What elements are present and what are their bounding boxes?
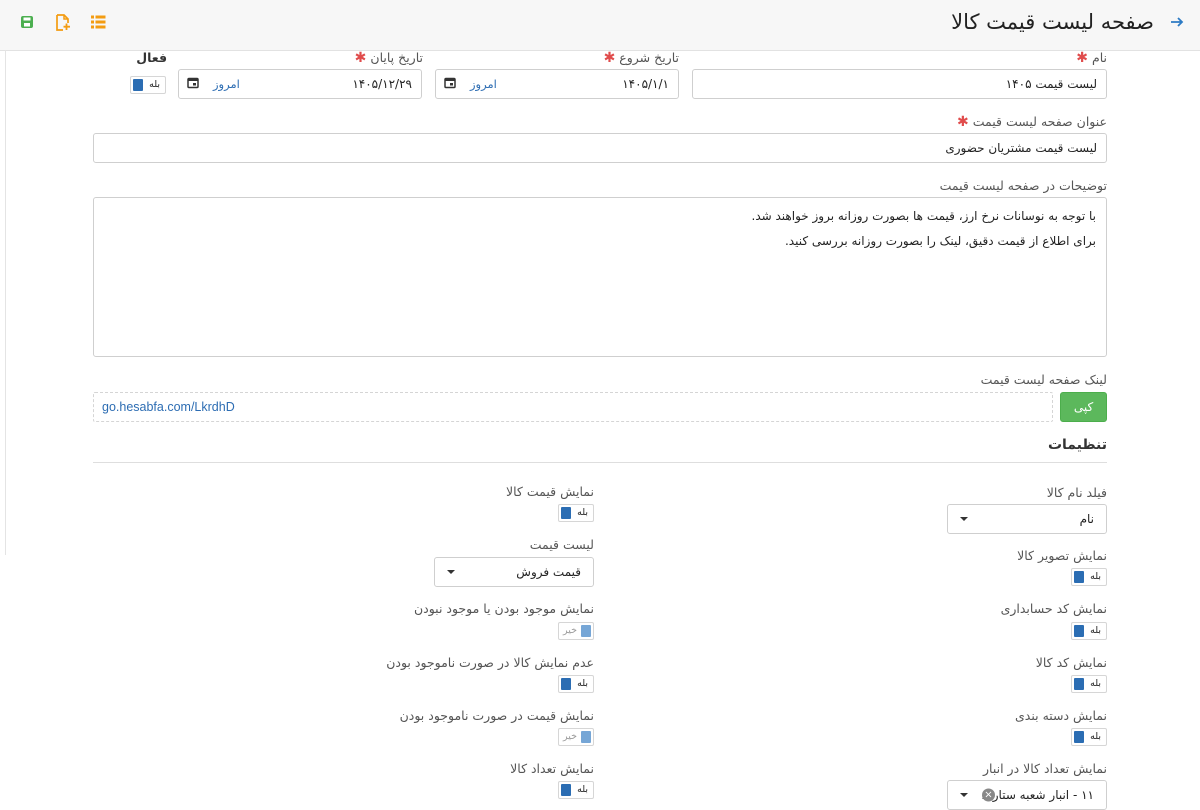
chevron-down-icon: [960, 517, 968, 521]
settings-heading: تنظیمات: [1047, 437, 1107, 453]
settings-divider: [93, 462, 1107, 463]
clear-icon[interactable]: ×: [982, 788, 995, 802]
show-code-toggle[interactable]: بله: [1071, 675, 1107, 693]
left-divider: [0, 50, 6, 555]
link-field[interactable]: go.hesabfa.com/LkrdhD: [93, 392, 1053, 422]
show-availability-label: نمایش موجود بودن یا موجود نبودن: [413, 601, 594, 616]
show-price-toggle[interactable]: بله: [558, 504, 594, 522]
calendar-icon[interactable]: [444, 77, 456, 92]
page-title-label: عنوان صفحه لیست قیمت ✱: [957, 114, 1107, 130]
end-date-label: تاریخ پایان ✱: [354, 50, 423, 66]
show-image-label: نمایش تصویر کالا: [1017, 548, 1107, 563]
price-list-label: لیست قیمت: [529, 537, 594, 552]
page-title-input[interactable]: لیست قیمت مشتریان حضوری: [93, 133, 1107, 163]
show-stock-label: نمایش تعداد کالا در انبار: [983, 761, 1107, 776]
page-title: صفحه لیست قیمت کالا: [951, 10, 1154, 34]
show-price-unavailable-toggle[interactable]: خیر: [558, 728, 594, 746]
hide-unavailable-label: عدم نمایش کالا در صورت ناموجود بودن: [386, 655, 594, 670]
arrow-right-icon[interactable]: [1170, 13, 1184, 34]
end-date-input[interactable]: ۱۴۰۵/۱۲/۲۹ امروز: [178, 69, 422, 99]
start-date-input[interactable]: ۱۴۰۵/۱/۱ امروز: [435, 69, 679, 99]
hide-unavailable-toggle[interactable]: بله: [558, 675, 594, 693]
name-field-label: فیلد نام کالا: [1046, 485, 1107, 500]
price-list-select[interactable]: قیمت فروش: [434, 557, 594, 587]
show-category-label: نمایش دسته بندی: [1015, 708, 1107, 723]
end-today-link[interactable]: امروز: [213, 77, 240, 91]
copy-button[interactable]: کپی: [1060, 392, 1107, 422]
active-label: فعال: [136, 50, 167, 65]
chevron-down-icon: [960, 793, 968, 797]
show-image-toggle[interactable]: بله: [1071, 568, 1107, 586]
name-input[interactable]: لیست قیمت ۱۴۰۵: [692, 69, 1107, 99]
warehouse-select[interactable]: ۱۱ - انبار شعبه ستار... ×: [947, 780, 1107, 810]
show-code-label: نمایش کد کالا: [1035, 655, 1107, 670]
save-icon[interactable]: [15, 14, 39, 36]
link-label: لینک صفحه لیست قیمت: [980, 372, 1107, 387]
start-today-link[interactable]: امروز: [470, 77, 497, 91]
description-textarea[interactable]: با توجه به نوسانات نرخ ارز، قیمت ها بصور…: [93, 197, 1107, 357]
calendar-icon[interactable]: [187, 77, 199, 92]
description-label: توضیحات در صفحه لیست قیمت: [939, 178, 1107, 193]
top-bar: صفحه لیست قیمت کالا: [0, 0, 1200, 51]
name-label: نام ✱: [1076, 50, 1107, 66]
show-price-unavailable-label: نمایش قیمت در صورت ناموجود بودن: [399, 708, 594, 723]
show-availability-toggle[interactable]: خیر: [558, 622, 594, 640]
show-acc-code-label: نمایش کد حسابداری: [1000, 601, 1107, 616]
list-icon[interactable]: [86, 14, 110, 36]
show-acc-code-toggle[interactable]: بله: [1071, 622, 1107, 640]
price-list-link[interactable]: go.hesabfa.com/LkrdhD: [102, 400, 235, 414]
chevron-down-icon: [447, 570, 455, 574]
name-field-select[interactable]: نام: [947, 504, 1107, 534]
add-file-icon[interactable]: [51, 14, 75, 36]
show-price-label: نمایش قیمت کالا: [505, 484, 594, 499]
show-category-toggle[interactable]: بله: [1071, 728, 1107, 746]
show-quantity-toggle[interactable]: بله: [558, 781, 594, 799]
active-toggle[interactable]: بله: [130, 76, 166, 94]
show-quantity-label: نمایش تعداد کالا: [510, 761, 594, 776]
start-date-label: تاریخ شروع ✱: [603, 50, 679, 66]
